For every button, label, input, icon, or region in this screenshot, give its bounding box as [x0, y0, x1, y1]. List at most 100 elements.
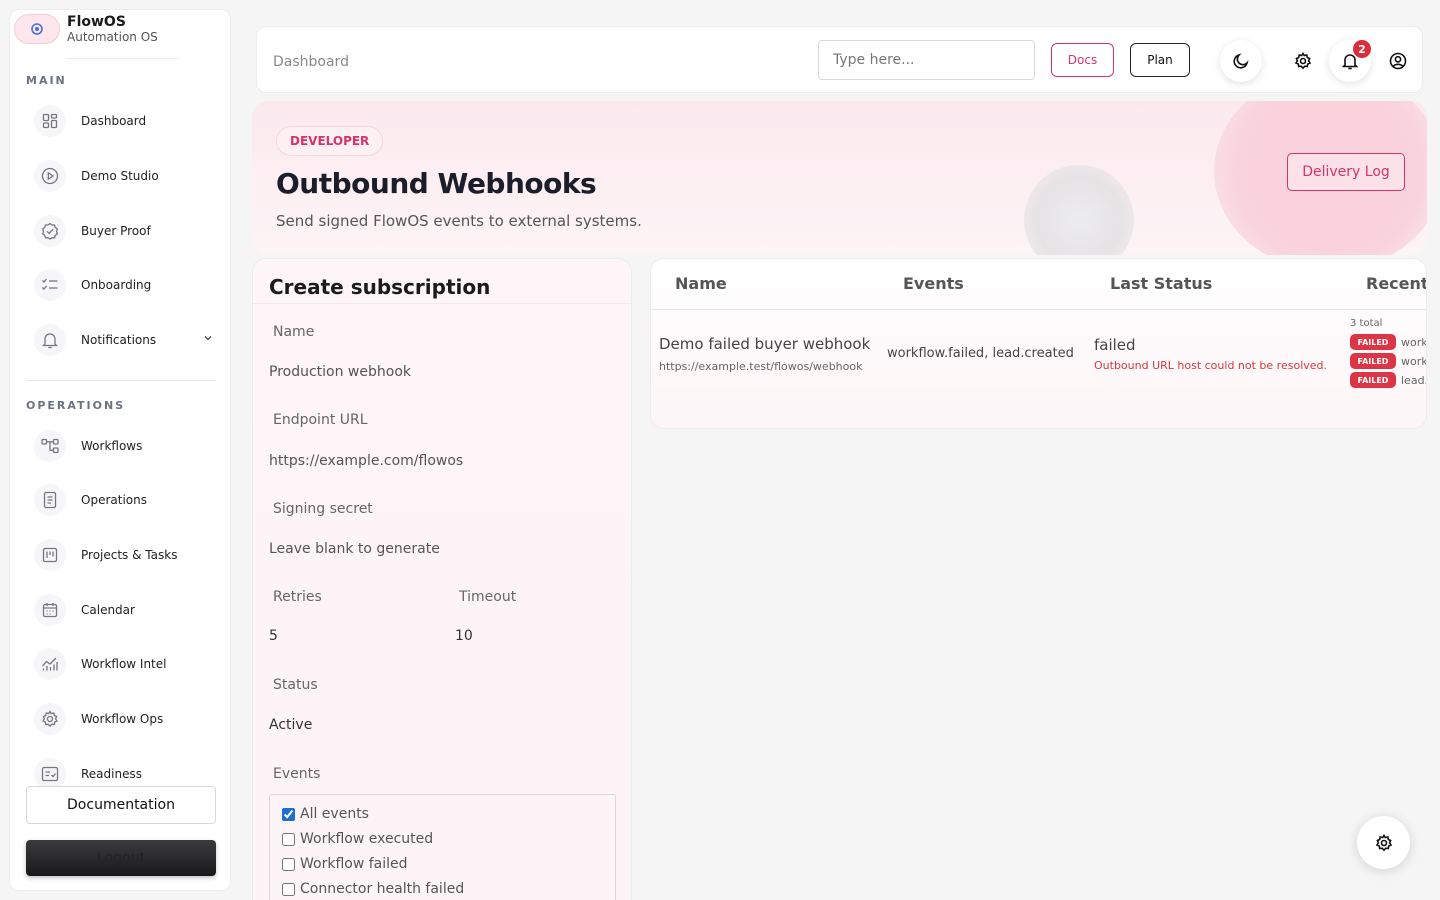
- notifications-button[interactable]: 2: [1329, 40, 1371, 82]
- column-header-recent: Recent I: [1366, 274, 1427, 293]
- status-badge: FAILED: [1350, 353, 1396, 369]
- checkbox[interactable]: [282, 857, 295, 871]
- recent-total: 3 total: [1350, 318, 1383, 329]
- sidebar-item-workflow-intel[interactable]: Workflow Intel: [26, 644, 216, 684]
- page-title: Outbound Webhooks: [276, 167, 597, 200]
- logout-button[interactable]: Logout: [26, 840, 216, 876]
- sidebar-item-label: Buyer Proof: [81, 224, 151, 238]
- sidebar-item-label: Onboarding: [81, 278, 152, 292]
- webhook-url: https://example.test/flowos/webhook: [659, 360, 863, 373]
- sidebar-item-label: Notifications: [81, 333, 157, 347]
- sidebar-item-workflows[interactable]: Workflows: [26, 426, 216, 466]
- gear-icon: [1294, 52, 1312, 70]
- calendar-icon: [34, 594, 66, 626]
- profile-button[interactable]: [1377, 40, 1419, 82]
- recent-delivery[interactable]: FAILED work: [1350, 353, 1426, 369]
- settings-button[interactable]: [1282, 40, 1324, 82]
- search-input[interactable]: [818, 40, 1035, 80]
- divider: [65, 58, 180, 59]
- event-option-label: Workflow failed: [300, 856, 408, 872]
- event-option-connector-health-failed[interactable]: Connector health failed: [282, 881, 464, 897]
- kanban-icon: [34, 539, 66, 571]
- sidebar-item-workflow-ops[interactable]: Workflow Ops: [26, 699, 216, 739]
- bell-icon: [34, 324, 66, 356]
- chevron-down-icon[interactable]: [202, 332, 214, 344]
- sidebar-item-label: Workflows: [81, 439, 143, 453]
- breadcrumb[interactable]: Dashboard: [273, 54, 349, 70]
- events-label: Events: [273, 766, 321, 782]
- moon-icon: [1232, 52, 1250, 70]
- event-option-workflow-executed[interactable]: Workflow executed: [282, 831, 433, 847]
- play-circle-icon: [34, 160, 66, 192]
- sidebar-item-operations[interactable]: Operations: [26, 480, 216, 520]
- retries-label: Retries: [273, 589, 322, 605]
- column-header-events: Events: [903, 274, 964, 293]
- recent-delivery[interactable]: FAILED lead.: [1350, 372, 1426, 388]
- sidebar-item-demo-studio[interactable]: Demo Studio: [26, 156, 216, 196]
- column-header-last-status: Last Status: [1110, 274, 1213, 293]
- signing-secret-label: Signing secret: [273, 501, 373, 517]
- signing-secret-field[interactable]: [269, 536, 609, 562]
- documentation-button[interactable]: Documentation: [26, 786, 216, 824]
- sidebar-item-label: Demo Studio: [81, 169, 159, 183]
- notification-count-badge: 2: [1353, 40, 1371, 58]
- sidebar-item-label: Operations: [81, 493, 147, 507]
- docs-button[interactable]: Docs: [1051, 43, 1114, 77]
- webhook-events: workflow.failed, lead.created: [887, 346, 1074, 361]
- gear-icon: [1375, 833, 1393, 852]
- checkbox[interactable]: [282, 807, 295, 821]
- subscriptions-table: Name Events Last Status Recent I Demo fa…: [650, 258, 1427, 429]
- plan-button[interactable]: Plan: [1130, 43, 1190, 77]
- retries-field[interactable]: 5: [269, 628, 278, 644]
- name-field[interactable]: [269, 359, 609, 385]
- recent-event: work: [1401, 335, 1427, 349]
- recent-delivery[interactable]: FAILED work: [1350, 334, 1427, 350]
- status-badge: FAILED: [1350, 372, 1396, 388]
- event-option-workflow-failed[interactable]: Workflow failed: [282, 856, 408, 872]
- sidebar-item-notifications[interactable]: Notifications: [26, 320, 216, 360]
- sidebar-item-buyer-proof[interactable]: Buyer Proof: [26, 211, 216, 251]
- theme-toggle-button[interactable]: [1220, 40, 1262, 82]
- section-tag: DEVELOPER: [276, 126, 384, 156]
- sidebar-item-label: Dashboard: [81, 114, 147, 128]
- section-label-main: MAIN: [26, 74, 67, 87]
- sidebar-item-onboarding[interactable]: Onboarding: [26, 265, 216, 305]
- sidebar-item-calendar[interactable]: Calendar: [26, 590, 216, 630]
- top-bar: Dashboard Docs Plan 2: [256, 26, 1423, 93]
- form-title: Create subscription: [269, 275, 491, 299]
- event-option-label: Connector health failed: [300, 881, 465, 897]
- sidebar: FlowOS Automation OS MAIN Dashboard Demo…: [9, 9, 231, 891]
- checkbox[interactable]: [282, 882, 295, 896]
- brand[interactable]: FlowOS Automation OS: [14, 14, 158, 44]
- event-option-all[interactable]: All events: [282, 806, 369, 822]
- document-icon: [34, 484, 66, 516]
- section-label-operations: OPERATIONS: [26, 399, 126, 412]
- status-select[interactable]: Active: [269, 717, 312, 733]
- brand-name: FlowOS: [67, 13, 126, 30]
- event-option-label: All events: [300, 806, 369, 822]
- timeout-label: Timeout: [459, 589, 517, 605]
- delivery-log-button[interactable]: Delivery Log: [1287, 153, 1405, 191]
- divider: [253, 303, 631, 304]
- sidebar-item-projects-tasks[interactable]: Projects & Tasks: [26, 535, 216, 575]
- workflow-icon: [34, 430, 66, 462]
- user-circle-icon: [1389, 52, 1407, 70]
- name-label: Name: [273, 324, 315, 340]
- checkbox[interactable]: [282, 832, 295, 846]
- brand-subtitle: Automation OS: [67, 29, 158, 44]
- sidebar-item-dashboard[interactable]: Dashboard: [26, 101, 216, 141]
- floating-settings-button[interactable]: [1357, 816, 1410, 869]
- decorative-blob: [1024, 165, 1134, 255]
- chart-icon: [34, 648, 66, 680]
- status-label: Status: [273, 677, 318, 693]
- webhook-error: Outbound URL host could not be resolved.: [1094, 359, 1328, 372]
- timeout-field[interactable]: 10: [455, 628, 473, 644]
- column-header-name: Name: [675, 274, 727, 293]
- sidebar-item-label: Projects & Tasks: [81, 548, 178, 562]
- status-badge: FAILED: [1350, 334, 1396, 350]
- sidebar-item-label: Readiness: [81, 767, 142, 781]
- checklist-icon: [34, 269, 66, 301]
- endpoint-url-field[interactable]: [269, 448, 609, 474]
- gear-icon: [34, 703, 66, 735]
- logo-icon: [14, 14, 60, 44]
